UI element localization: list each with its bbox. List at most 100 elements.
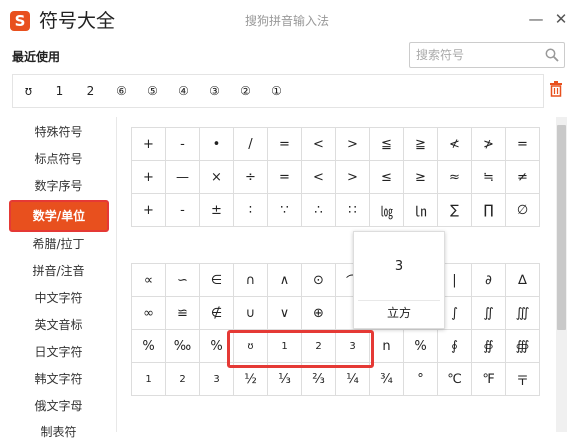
symbol-cell[interactable]: ≈	[438, 161, 472, 194]
scrollbar[interactable]	[556, 117, 567, 432]
symbol-cell[interactable]: ≮	[438, 128, 472, 161]
sidebar-item-8[interactable]: 日文字符	[10, 339, 107, 365]
symbol-cell[interactable]: ∈	[200, 264, 234, 297]
symbol-cell[interactable]: =	[506, 128, 540, 161]
search-icon[interactable]	[545, 48, 559, 62]
symbol-cell[interactable]: ∉	[200, 297, 234, 330]
recent-symbol[interactable]: ②	[230, 75, 261, 107]
symbol-cell[interactable]: ±	[200, 194, 234, 227]
symbol-cell[interactable]: 1	[132, 363, 166, 396]
sidebar-item-2[interactable]: 数字序号	[10, 173, 107, 199]
symbol-cell[interactable]: -	[166, 194, 200, 227]
symbol-cell[interactable]: +	[132, 161, 166, 194]
symbol-cell[interactable]: =	[268, 128, 302, 161]
symbol-cell[interactable]: =	[268, 161, 302, 194]
symbol-cell[interactable]: /	[234, 128, 268, 161]
symbol-cell[interactable]: ≯	[472, 128, 506, 161]
symbol-cell[interactable]: ㏒	[370, 194, 404, 227]
sidebar-item-4[interactable]: 希腊/拉丁	[10, 231, 107, 257]
symbol-cell[interactable]: %	[404, 330, 438, 363]
symbol-cell[interactable]: ¾	[370, 363, 404, 396]
sidebar-item-6[interactable]: 中文字符	[10, 285, 107, 311]
symbol-cell[interactable]: ×	[200, 161, 234, 194]
symbol-cell[interactable]: ∭	[506, 297, 540, 330]
symbol-cell[interactable]: +	[132, 128, 166, 161]
symbol-cell[interactable]: >	[336, 128, 370, 161]
symbol-cell[interactable]: •	[200, 128, 234, 161]
search-input[interactable]	[416, 43, 536, 67]
sidebar-item-9[interactable]: 韩文字符	[10, 366, 107, 392]
symbol-cell[interactable]: ∏	[472, 194, 506, 227]
sidebar-item-11[interactable]: 制表符	[10, 419, 107, 445]
symbol-cell[interactable]: 〒	[506, 363, 540, 396]
symbol-cell[interactable]: ∆	[506, 264, 540, 297]
symbol-cell[interactable]: ¼	[336, 363, 370, 396]
sidebar-item-10[interactable]: 俄文字母	[10, 393, 107, 419]
symbol-cell[interactable]: ∴	[302, 194, 336, 227]
symbol-cell[interactable]: ∨	[268, 297, 302, 330]
symbol-cell[interactable]: 3	[336, 330, 370, 363]
symbol-cell[interactable]: ≧	[404, 128, 438, 161]
symbol-cell[interactable]: °	[404, 363, 438, 396]
symbol-cell[interactable]: ∞	[132, 297, 166, 330]
symbol-cell[interactable]: <	[302, 128, 336, 161]
symbol-cell[interactable]: ∅	[506, 194, 540, 227]
symbol-cell[interactable]: ℃	[438, 363, 472, 396]
symbol-cell[interactable]: ∧	[268, 264, 302, 297]
symbol-cell[interactable]: %	[200, 330, 234, 363]
symbol-cell[interactable]: -	[166, 128, 200, 161]
symbol-cell[interactable]: ∽	[166, 264, 200, 297]
symbol-cell[interactable]: ∩	[234, 264, 268, 297]
symbol-cell[interactable]: ∰	[506, 330, 540, 363]
symbol-cell[interactable]: ʊ	[234, 330, 268, 363]
symbol-cell[interactable]: <	[302, 161, 336, 194]
recent-symbol[interactable]: ①	[261, 75, 292, 107]
symbol-cell[interactable]: 2	[166, 363, 200, 396]
symbol-cell[interactable]: ∬	[472, 297, 506, 330]
symbol-cell[interactable]: 2	[302, 330, 336, 363]
symbol-cell[interactable]: ∑	[438, 194, 472, 227]
symbol-cell[interactable]: %	[132, 330, 166, 363]
symbol-cell[interactable]: 3	[200, 363, 234, 396]
symbol-cell[interactable]: ℉	[472, 363, 506, 396]
symbol-cell[interactable]: ≥	[404, 161, 438, 194]
symbol-cell[interactable]: —	[166, 161, 200, 194]
symbol-cell[interactable]: ≠	[506, 161, 540, 194]
recent-symbol[interactable]: 1	[44, 75, 75, 107]
search-box[interactable]	[409, 42, 565, 68]
symbol-cell[interactable]: ≤	[370, 161, 404, 194]
symbol-cell[interactable]: ∶	[234, 194, 268, 227]
symbol-cell[interactable]: ‰	[166, 330, 200, 363]
sidebar-item-3[interactable]: 数学/单位	[9, 200, 109, 232]
symbol-cell[interactable]: ⊕	[302, 297, 336, 330]
scrollbar-thumb[interactable]	[557, 125, 566, 330]
symbol-cell[interactable]: 1	[268, 330, 302, 363]
trash-icon[interactable]	[549, 81, 563, 97]
symbol-cell[interactable]: ½	[234, 363, 268, 396]
symbol-cell[interactable]: ⊙	[302, 264, 336, 297]
symbol-cell[interactable]: ⅓	[268, 363, 302, 396]
sidebar-item-1[interactable]: 标点符号	[10, 146, 107, 172]
symbol-cell[interactable]: ⅔	[302, 363, 336, 396]
recent-symbol[interactable]: 2	[75, 75, 106, 107]
sidebar-item-7[interactable]: 英文音标	[10, 312, 107, 338]
recent-symbol[interactable]: ③	[199, 75, 230, 107]
sidebar-item-5[interactable]: 拼音/注音	[10, 258, 107, 284]
close-button[interactable]: ✕	[552, 9, 570, 29]
symbol-cell[interactable]: ∝	[132, 264, 166, 297]
symbol-cell[interactable]: ∂	[472, 264, 506, 297]
recent-symbol[interactable]: ④	[168, 75, 199, 107]
minimize-button[interactable]: —	[527, 9, 545, 29]
recent-symbol[interactable]: ʊ	[13, 75, 44, 107]
symbol-cell[interactable]: ∮	[438, 330, 472, 363]
symbol-cell[interactable]: ∯	[472, 330, 506, 363]
symbol-cell[interactable]: ∷	[336, 194, 370, 227]
symbol-cell[interactable]: ≒	[472, 161, 506, 194]
symbol-cell[interactable]: n	[370, 330, 404, 363]
symbol-cell[interactable]: ≦	[370, 128, 404, 161]
symbol-cell[interactable]: ÷	[234, 161, 268, 194]
symbol-cell[interactable]: ∪	[234, 297, 268, 330]
symbol-cell[interactable]: >	[336, 161, 370, 194]
symbol-cell[interactable]: ≌	[166, 297, 200, 330]
symbol-cell[interactable]: ㏑	[404, 194, 438, 227]
